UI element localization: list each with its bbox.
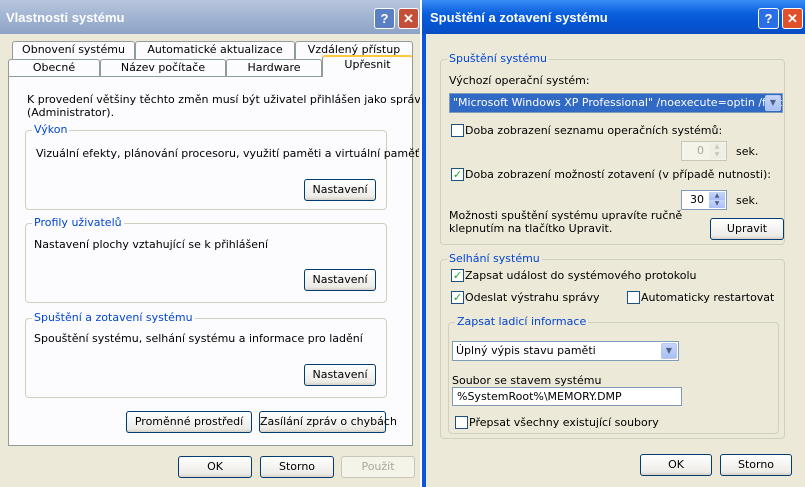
send-alert-checkbox[interactable]: ✓ [451, 291, 464, 304]
debug-info-title: Zapsat ladicí informace [455, 315, 589, 328]
window-title: Spuštění a zotavení systému [422, 0, 805, 34]
list-time-value: 0 [697, 144, 704, 157]
cancel-button[interactable]: Storno [260, 456, 334, 478]
spin-down-icon[interactable]: ▼ [709, 151, 725, 159]
default-os-value: "Microsoft Windows XP Professional" /noe… [453, 96, 783, 109]
apply-button[interactable]: Použít [341, 456, 415, 478]
list-time-checkbox[interactable] [451, 124, 464, 137]
spin-up-icon[interactable]: ▲ [709, 143, 725, 151]
ok-button[interactable]: OK [178, 456, 252, 478]
recovery-time-spinner[interactable]: 30 ▲ ▼ [681, 190, 727, 210]
dump-type-value: Úplný výpis stavu paměti [456, 344, 596, 357]
recovery-time-sec: sek. [736, 194, 759, 207]
startup-recovery-title: Spuštění a zotavení systému [32, 311, 195, 324]
dump-file-input[interactable]: %SystemRoot%\MEMORY.DMP [452, 387, 682, 406]
chevron-down-icon[interactable]: ▼ [765, 95, 781, 111]
auto-restart-checkbox[interactable] [627, 291, 640, 304]
recovery-time-value: 30 [690, 193, 704, 206]
environment-variables-button[interactable]: Proměnné prostředí [126, 411, 252, 433]
tab-system-restore[interactable]: Obnovení systému [12, 41, 135, 59]
startup-recovery-window: Spuštění a zotavení systému ? ✕ Spuštění… [422, 0, 805, 487]
tab-computer-name[interactable]: Název počítače [100, 59, 226, 77]
intro-text: K provedení většiny těchto změn musí být… [27, 93, 420, 106]
default-os-label: Výchozí operační systém: [449, 74, 590, 87]
list-time-sec: sek. [736, 145, 759, 158]
error-reporting-button[interactable]: Zasílání zpráv o chybách [259, 411, 397, 433]
write-event-label: Zapsat událost do systémového protokolu [465, 269, 697, 282]
chevron-down-icon[interactable]: ▼ [661, 343, 677, 359]
performance-title: Výkon [32, 123, 70, 136]
startup-recovery-settings-button[interactable]: Nastavení [304, 364, 376, 386]
dump-type-select[interactable]: Úplný výpis stavu paměti ▼ [452, 341, 679, 361]
tab-automatic-updates[interactable]: Automatické aktualizace [135, 41, 295, 59]
auto-restart-label: Automaticky restartovat [641, 291, 775, 304]
close-button[interactable]: ✕ [782, 8, 803, 29]
help-button[interactable]: ? [758, 8, 779, 29]
dump-file-label: Soubor se stavem systému [452, 374, 602, 387]
overwrite-label: Přepsat všechny existující soubory [469, 416, 659, 429]
recovery-time-label: Doba zobrazení možností zotavení (v příp… [465, 168, 771, 181]
system-failure-title: Selhání systému [447, 252, 542, 265]
overwrite-checkbox[interactable] [455, 416, 468, 429]
performance-text: Vizuální efekty, plánování procesoru, vy… [36, 147, 420, 160]
tab-general[interactable]: Obecné [8, 59, 100, 77]
tab-advanced[interactable]: Upřesnit [322, 55, 413, 77]
user-profiles-title: Profily uživatelů [32, 216, 124, 229]
system-failure-group: Selhání systému ✓ Zapsat událost do syst… [440, 252, 785, 439]
tab-hardware[interactable]: Hardware [226, 59, 322, 77]
spin-down-icon[interactable]: ▼ [709, 200, 725, 208]
default-os-select[interactable]: "Microsoft Windows XP Professional" /noe… [449, 93, 783, 113]
startup-recovery-group: Spuštění a zotavení systému Spouštění sy… [25, 311, 387, 398]
intro-text-2: (Administrator). [27, 106, 115, 119]
cancel-button[interactable]: Storno [720, 454, 792, 476]
startup-recovery-text: Spouštění systému, selhání systému a inf… [34, 332, 363, 345]
recovery-time-checkbox[interactable]: ✓ [451, 168, 464, 181]
spin-up-icon[interactable]: ▲ [709, 192, 725, 200]
window-title: Vlastnosti systému [0, 0, 420, 34]
list-time-spinner[interactable]: 0 ▲ ▼ [681, 141, 727, 161]
edit-hint-1: Možnosti spuštění systému upravíte ručně [449, 209, 683, 222]
edit-button[interactable]: Upravit [710, 218, 784, 240]
ok-button[interactable]: OK [640, 454, 712, 476]
startup-title: Spuštění systému [447, 52, 550, 65]
list-time-label: Doba zobrazení seznamu operačních systém… [465, 124, 723, 137]
advanced-panel: K provedení většiny těchto změn musí být… [8, 76, 420, 446]
system-properties-window: Vlastnosti systému ? ✕ Obnovení systému … [0, 0, 420, 487]
user-profiles-settings-button[interactable]: Nastavení [304, 269, 376, 291]
debug-info-group: Zapsat ladicí informace Úplný výpis stav… [448, 315, 779, 434]
startup-group: Spuštění systému Výchozí operační systém… [440, 52, 785, 245]
close-button[interactable]: ✕ [398, 8, 419, 29]
user-profiles-group: Profily uživatelů Nastavení plochy vztah… [25, 216, 387, 303]
performance-settings-button[interactable]: Nastavení [304, 179, 376, 201]
help-button[interactable]: ? [374, 8, 395, 29]
performance-group: Výkon Vizuální efekty, plánování proceso… [25, 123, 419, 210]
send-alert-label: Odeslat výstrahu správy [465, 291, 600, 304]
write-event-checkbox[interactable]: ✓ [451, 269, 464, 282]
user-profiles-text: Nastavení plochy vztahující se k přihláš… [34, 238, 269, 251]
edit-hint-2: klepnutím na tlačítko Upravit. [449, 222, 613, 235]
window-frame [422, 34, 426, 487]
